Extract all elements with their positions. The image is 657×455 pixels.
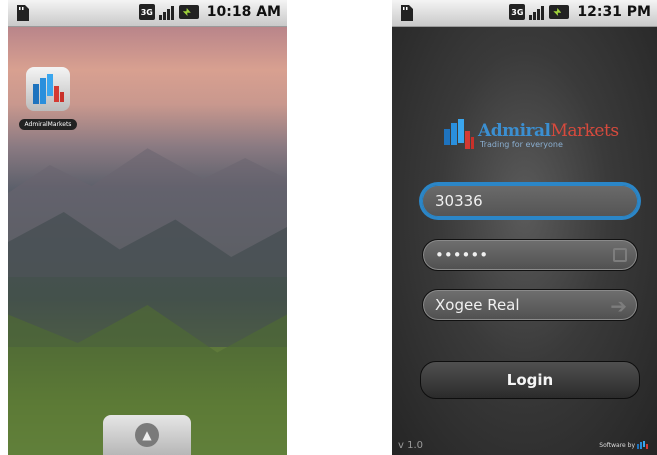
login-button[interactable]: Login	[420, 361, 640, 399]
software-by: Software by	[599, 441, 651, 449]
battery-icon	[549, 5, 570, 19]
login-field[interactable]	[422, 185, 638, 217]
signal-icon	[529, 4, 545, 20]
password-input[interactable]	[423, 240, 637, 270]
password-field[interactable]	[422, 239, 638, 271]
network-3g-icon: 3G	[138, 4, 155, 20]
login-background: AdmiralMarkets Trading for everyone Xoge…	[392, 27, 657, 455]
brand-name-part1: Admiral	[478, 120, 551, 141]
app-version: v 1.0	[398, 440, 423, 451]
admiral-markets-logo: AdmiralMarkets Trading for everyone	[444, 119, 619, 151]
server-select[interactable]: Xogee Real ➔	[422, 289, 638, 321]
login-input[interactable]	[423, 186, 637, 216]
status-bar: 3G 10:18 AM	[8, 0, 287, 27]
sdcard-icon	[398, 4, 414, 22]
app-drawer-handle[interactable]: ▲	[103, 415, 191, 455]
save-icon[interactable]	[613, 248, 627, 262]
admiral-markets-app-icon[interactable]	[26, 67, 70, 111]
server-select-value: Xogee Real	[435, 296, 520, 314]
battery-icon	[178, 5, 199, 19]
app-label: AdmiralMarkets	[18, 119, 78, 130]
signal-icon	[158, 4, 175, 20]
status-bar: 3G 12:31 PM	[392, 0, 657, 27]
brand-tagline: Trading for everyone	[480, 139, 563, 149]
logo-bars-icon	[444, 119, 474, 149]
arrow-right-icon: ➔	[610, 294, 627, 318]
login-screen: 3G 12:31 PM AdmiralMarkets Trading for e…	[392, 0, 657, 455]
app-shortcut[interactable]: AdmiralMarkets	[14, 67, 82, 130]
chevron-up-icon: ▲	[135, 423, 159, 447]
wallpaper: AdmiralMarkets	[8, 27, 287, 455]
status-time: 10:18 AM	[206, 4, 281, 20]
sdcard-icon	[14, 4, 30, 22]
footer-logo-icon	[637, 441, 648, 449]
network-3g-icon: 3G	[509, 4, 526, 20]
brand-name-part2: Markets	[550, 120, 619, 141]
home-screen: 3G 10:18 AM AdmiralMarkets ▲	[8, 0, 287, 455]
status-time: 12:31 PM	[577, 4, 651, 20]
software-by-label: Software by	[599, 441, 635, 449]
